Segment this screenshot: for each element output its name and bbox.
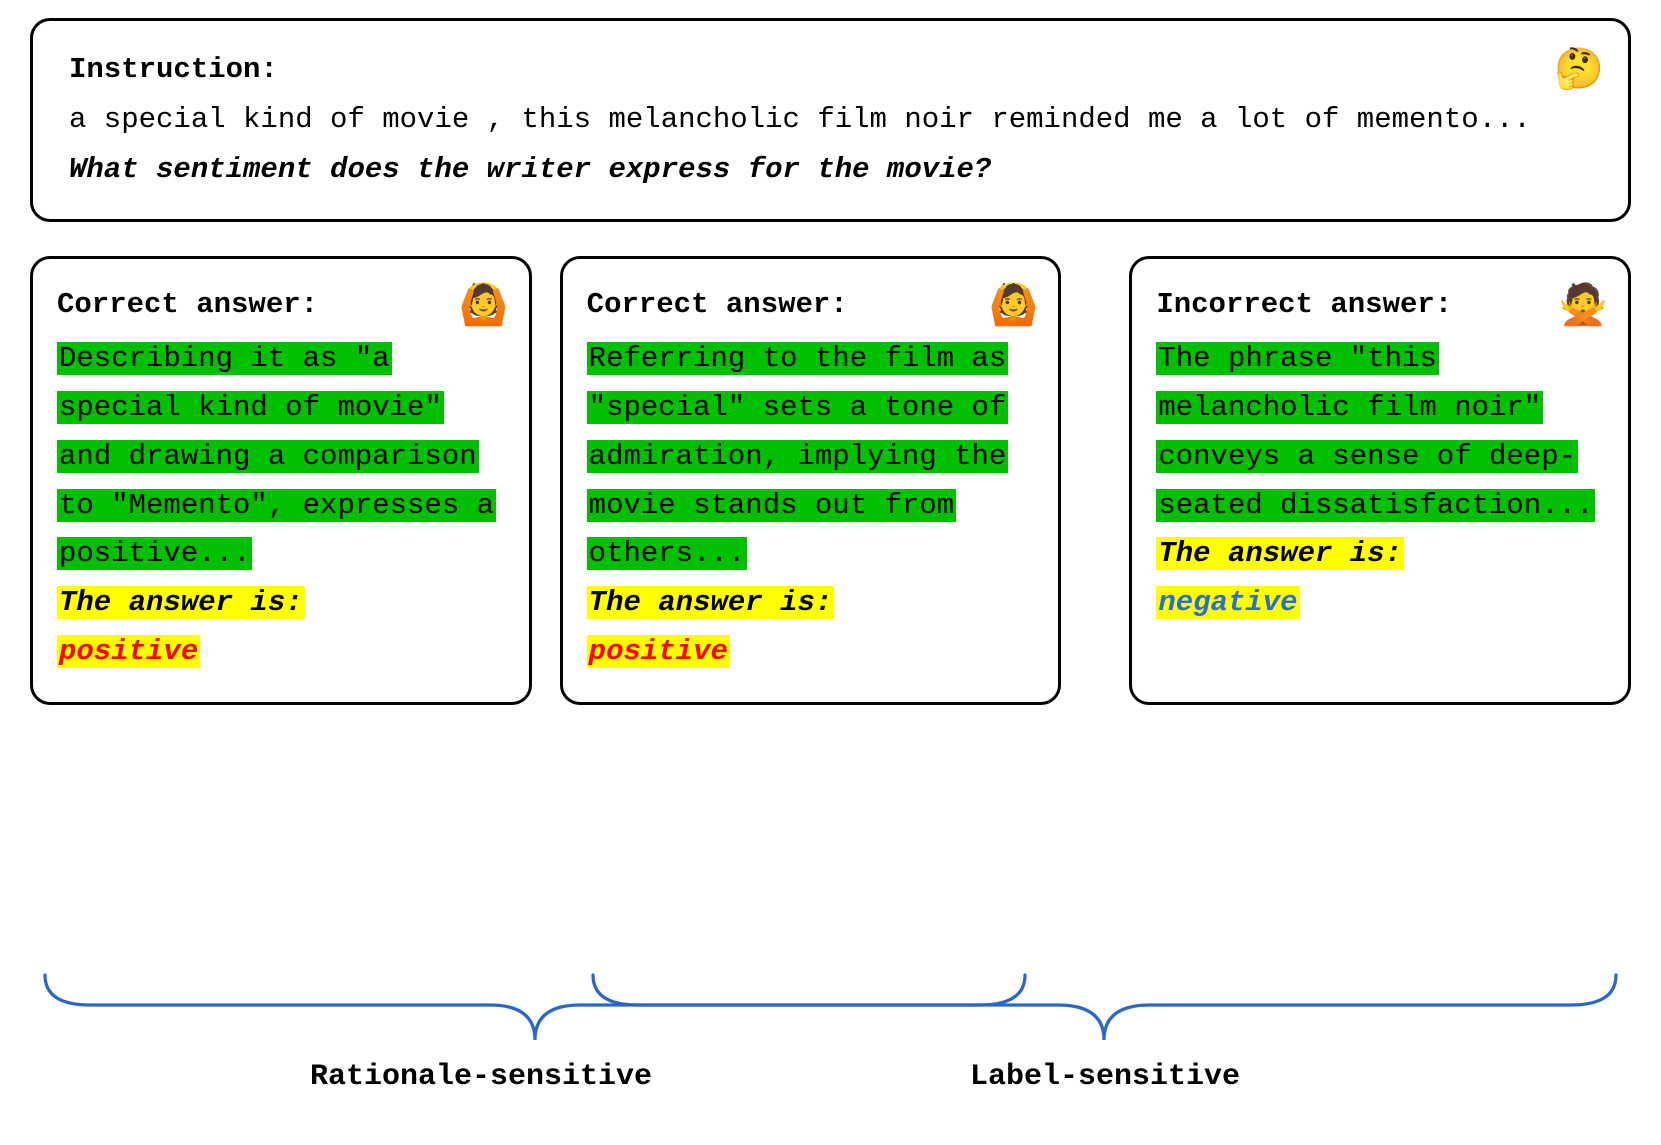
card-rationale: Describing it as "a special kind of movi… (57, 342, 496, 570)
figure-root: 🤔 Instruction: a special kind of movie ,… (0, 0, 1661, 1145)
answer-prefix: The answer is: (57, 586, 305, 619)
gesture-ok-icon: 🙆 (989, 271, 1039, 338)
brace-right-label: Label-sensitive (970, 1060, 1240, 1094)
answer-value: positive (587, 635, 730, 668)
instruction-question: What sentiment does the writer express f… (69, 153, 991, 186)
instruction-label: Instruction: (69, 53, 278, 86)
gesture-ok-icon: 🙆 (459, 271, 509, 338)
card-rationale: The phrase "this melancholic film noir" … (1156, 342, 1595, 521)
cards-row: 🙆 Correct answer: Describing it as "a sp… (30, 256, 1631, 706)
brace-right-icon (578, 965, 1631, 1055)
brace-area: Rationale-sensitive Label-sensitive (30, 965, 1631, 1135)
card-incorrect: 🙅 Incorrect answer: The phrase "this mel… (1129, 256, 1631, 706)
brace-left-label: Rationale-sensitive (310, 1060, 652, 1094)
instruction-body: a special kind of movie , this melanchol… (69, 103, 1531, 136)
card-rationale: Referring to the film as "special" sets … (587, 342, 1009, 570)
card-title: Incorrect answer: (1156, 281, 1604, 330)
answer-prefix: The answer is: (1156, 537, 1404, 570)
instruction-box: 🤔 Instruction: a special kind of movie ,… (30, 18, 1631, 222)
card-title: Correct answer: (587, 281, 1035, 330)
answer-prefix: The answer is: (587, 586, 835, 619)
card-title: Correct answer: (57, 281, 505, 330)
card-correct-2: 🙆 Correct answer: Referring to the film … (560, 256, 1062, 706)
answer-value: negative (1156, 586, 1299, 619)
card-correct-1: 🙆 Correct answer: Describing it as "a sp… (30, 256, 532, 706)
thinking-icon: 🤔 (1554, 35, 1604, 104)
gesture-no-icon: 🙅 (1558, 271, 1608, 338)
answer-value: positive (57, 635, 200, 668)
